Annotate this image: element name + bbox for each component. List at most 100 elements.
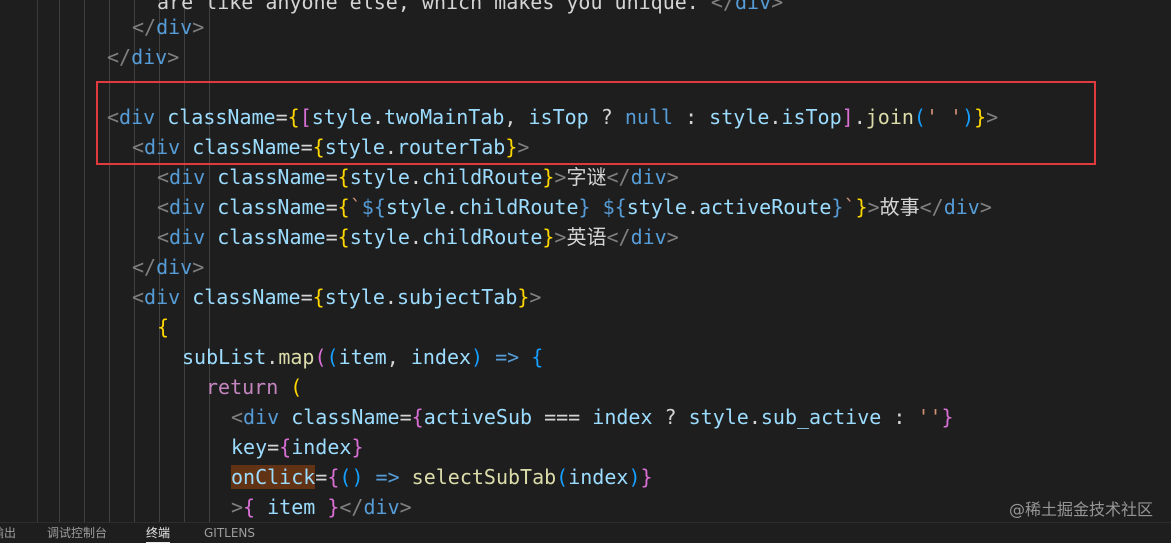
code-token: >	[529, 285, 542, 309]
code-token: `	[843, 195, 856, 219]
code-token: className	[217, 225, 326, 249]
code-token: >	[979, 195, 992, 219]
code-line[interactable]: <div className={style.routerTab}>	[132, 132, 529, 162]
code-editor[interactable]: are like anyone else, which makes you un…	[0, 0, 1171, 522]
code-token: >	[554, 225, 567, 249]
code-token: selectSubTab	[411, 465, 557, 489]
code-token: {	[287, 105, 300, 129]
code-token: =	[315, 465, 328, 489]
code-token: className	[291, 405, 400, 429]
code-line[interactable]: <div className={style.childRoute}>英语</di…	[157, 222, 679, 252]
code-token: div	[169, 225, 206, 249]
code-token: return	[206, 375, 279, 399]
code-token: {	[327, 465, 340, 489]
code-token: >	[867, 195, 880, 219]
code-line[interactable]: >{ item }</div>	[231, 492, 412, 522]
code-line[interactable]: <div className={style.subjectTab}>	[132, 282, 541, 312]
code-token: ]	[841, 105, 854, 129]
code-line[interactable]: </div>	[107, 42, 179, 72]
code-token: )	[351, 465, 364, 489]
code-token: </	[919, 195, 944, 219]
code-token: ===	[532, 405, 593, 429]
code-token: (	[326, 345, 339, 369]
code-token: >	[192, 255, 205, 279]
code-token: {	[279, 435, 292, 459]
code-token: =	[399, 405, 412, 429]
code-token: }	[542, 225, 555, 249]
code-token: ?	[588, 105, 625, 129]
code-token: .	[409, 165, 422, 189]
code-line[interactable]: </div>	[132, 252, 204, 282]
code-token: </	[132, 255, 157, 279]
code-token: .	[686, 195, 699, 219]
code-token: className	[217, 165, 326, 189]
code-token: sub_active	[760, 405, 882, 429]
code-line[interactable]: are like anyone else, which makes you un…	[157, 0, 783, 17]
code-line[interactable]: <div className={[style.twoMainTab, isTop…	[107, 102, 998, 132]
code-token: >	[986, 105, 999, 129]
code-token: </	[107, 45, 132, 69]
code-token: div	[169, 165, 206, 189]
code-token: .	[384, 135, 397, 159]
code-line[interactable]: key={index}	[231, 432, 363, 462]
code-line[interactable]: {	[157, 312, 169, 342]
code-line[interactable]: subList.map((item, index) => {	[182, 342, 543, 372]
code-token: <	[107, 105, 120, 129]
code-token: {	[337, 165, 350, 189]
code-token: div	[156, 15, 193, 39]
code-token: =	[275, 105, 288, 129]
code-line[interactable]: return (	[206, 372, 302, 402]
code-token: routerTab	[396, 135, 506, 159]
code-token: index	[291, 435, 352, 459]
code-token: className	[192, 285, 301, 309]
code-token: {	[337, 195, 350, 219]
code-line[interactable]: <div className={style.childRoute}>字谜</di…	[157, 162, 679, 192]
tab-output[interactable]: 输出	[0, 525, 16, 541]
code-line[interactable]: <div className={`${style.childRoute} ${s…	[157, 192, 992, 222]
code-token: index	[568, 465, 629, 489]
tab-gitlens[interactable]: GITLENS	[204, 525, 255, 541]
code-token: div	[144, 285, 181, 309]
code-token: null	[624, 105, 674, 129]
code-token: >	[554, 165, 567, 189]
code-token: }	[941, 405, 954, 429]
code-token: =	[267, 435, 280, 459]
code-token: {	[312, 135, 325, 159]
code-token: style	[349, 225, 410, 249]
code-token: (	[339, 465, 352, 489]
code-token: ,	[386, 345, 411, 369]
code-token: style	[311, 105, 372, 129]
tab-debug-console[interactable]: 调试控制台	[47, 525, 107, 541]
code-token: (	[290, 375, 303, 399]
code-line[interactable]: </div>	[132, 12, 204, 42]
code-token: =>	[375, 465, 400, 489]
code-line[interactable]: <div className={activeSub === index ? st…	[231, 402, 954, 432]
code-token: {	[531, 345, 544, 369]
code-token: {	[157, 315, 170, 339]
code-token: .	[853, 105, 866, 129]
code-token: div	[131, 45, 168, 69]
indent-guide	[84, 0, 85, 522]
code-token: =	[325, 195, 338, 219]
code-token: div	[169, 195, 206, 219]
code-token: style	[688, 405, 749, 429]
code-token: map	[278, 345, 315, 369]
code-token: </	[606, 165, 631, 189]
code-token: <	[132, 285, 145, 309]
gutter-divider	[37, 0, 38, 522]
tab-terminal[interactable]: 终端	[146, 525, 171, 543]
code-token: item	[338, 345, 387, 369]
code-token: isTop	[528, 105, 589, 129]
watermark: @稀土掘金技术社区	[1008, 500, 1153, 519]
code-token: )	[628, 465, 641, 489]
code-token: ' '	[925, 105, 963, 129]
code-token: div	[630, 165, 667, 189]
code-token: )	[471, 345, 484, 369]
code-token: are like anyone else, which makes you un…	[157, 0, 699, 14]
code-line[interactable]: onClick={() => selectSubTab(index)}	[231, 462, 653, 492]
